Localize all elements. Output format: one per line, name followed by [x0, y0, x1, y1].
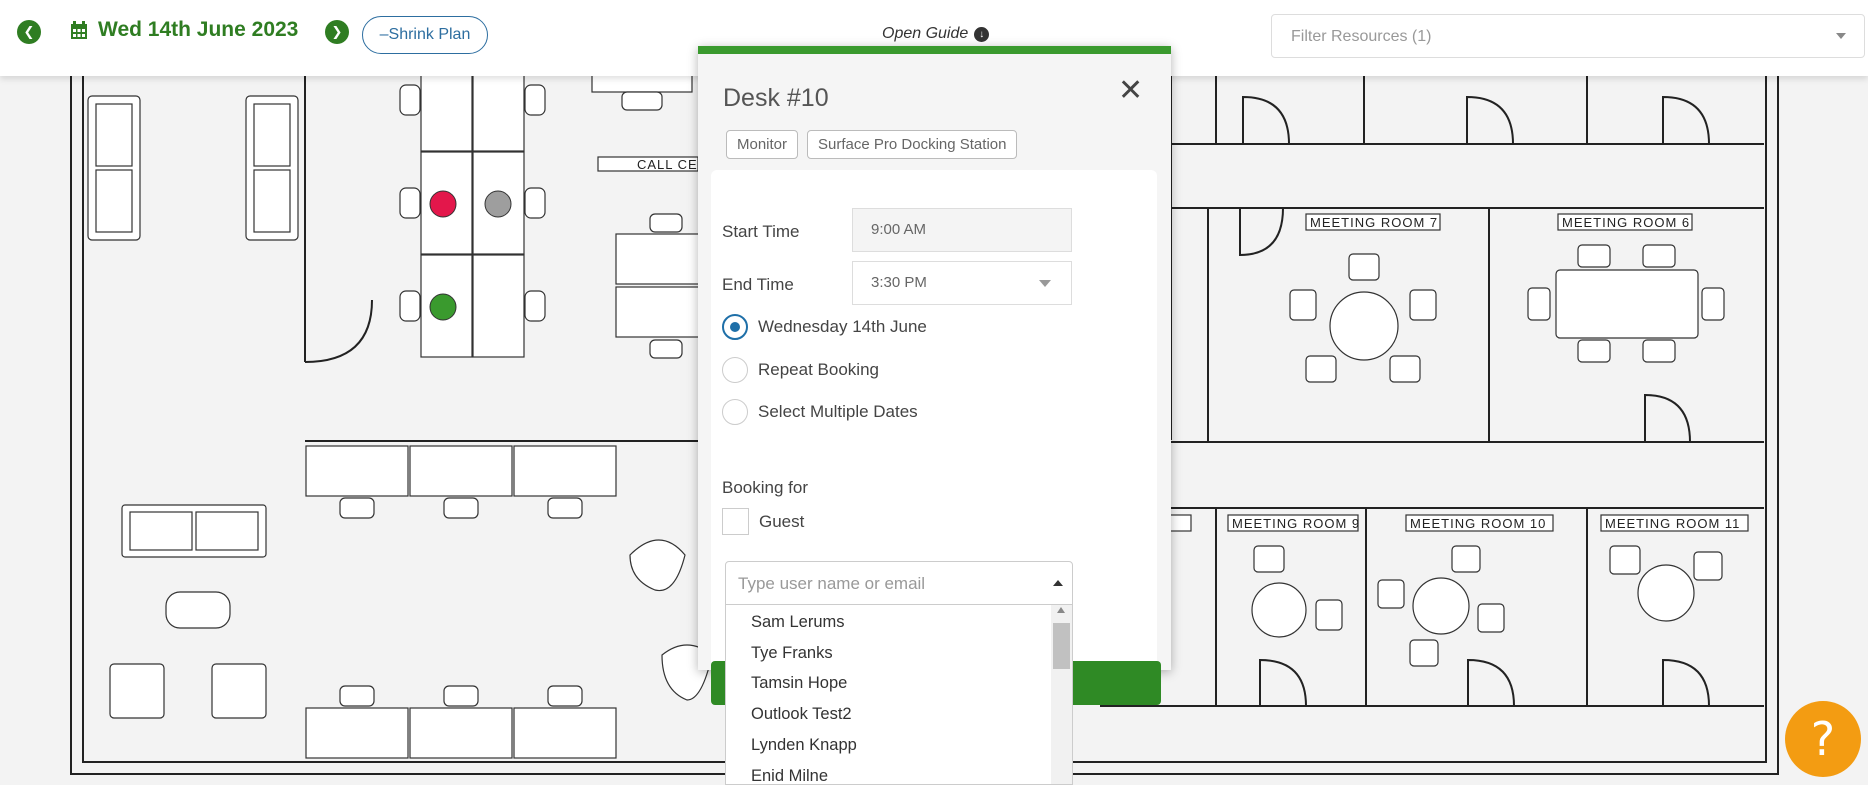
- previous-day-button[interactable]: ❮: [17, 20, 41, 44]
- list-item[interactable]: Tye Franks: [751, 644, 833, 663]
- list-item[interactable]: Lynden Knapp: [751, 736, 857, 755]
- calendar-icon: [71, 20, 87, 39]
- resource-tags: Monitor Surface Pro Docking Station: [726, 130, 1018, 159]
- open-guide-link[interactable]: Open Guide ↓: [882, 25, 990, 43]
- minus-icon: –: [379, 26, 389, 43]
- radio-unselected[interactable]: [722, 399, 748, 425]
- radio-selected[interactable]: [722, 314, 748, 340]
- end-time-label: End Time: [722, 275, 794, 294]
- option-multiple-dates-label: Select Multiple Dates: [758, 402, 918, 421]
- tag-docking-station: Surface Pro Docking Station: [807, 130, 1018, 159]
- guest-option[interactable]: Guest: [722, 508, 804, 535]
- current-date: Wed 14th June 2023: [98, 18, 299, 41]
- list-item[interactable]: Tamsin Hope: [751, 674, 847, 693]
- booking-for-label: Booking for: [722, 478, 808, 497]
- user-suggestion-list: Sam Lerums Tye Franks Tamsin Hope Outloo…: [725, 605, 1073, 785]
- help-button[interactable]: ?: [1785, 701, 1861, 777]
- close-icon[interactable]: ✕: [1118, 76, 1143, 106]
- desk-status-available[interactable]: [429, 293, 457, 321]
- filter-resources-label: Filter Resources (1): [1291, 28, 1432, 45]
- end-time-select[interactable]: 3:30 PM: [852, 261, 1072, 305]
- filter-resources-select[interactable]: Filter Resources (1): [1271, 14, 1865, 58]
- download-icon: ↓: [974, 26, 990, 42]
- desk-status-unavailable[interactable]: [484, 190, 512, 218]
- chevron-down-icon: [1039, 280, 1051, 287]
- scroll-up-icon[interactable]: [1057, 607, 1065, 613]
- list-scrollbar[interactable]: [1051, 605, 1072, 784]
- radio-unselected[interactable]: [722, 357, 748, 383]
- desk-status-booked[interactable]: [429, 190, 457, 218]
- call-centre-label: CALL CE: [637, 157, 698, 172]
- open-guide-label: Open Guide: [882, 25, 969, 42]
- chevron-up-icon[interactable]: [1053, 580, 1063, 586]
- list-item[interactable]: Sam Lerums: [751, 613, 845, 632]
- tag-monitor: Monitor: [726, 130, 799, 159]
- guest-label: Guest: [759, 511, 805, 531]
- option-single-date-label: Wednesday 14th June: [758, 317, 927, 336]
- sofa-left-2: [245, 95, 299, 241]
- shrink-plan-label: Shrink Plan: [388, 26, 471, 43]
- chevron-down-icon: [1836, 33, 1846, 39]
- desk-cluster: [399, 69, 546, 358]
- meeting-room-10-label: MEETING ROOM 10: [1410, 516, 1546, 531]
- start-time-field[interactable]: 9:00 AM: [852, 208, 1072, 252]
- sofa-left-1: [87, 95, 141, 241]
- user-search-input[interactable]: [736, 571, 1040, 597]
- meeting-room-6-label: MEETING ROOM 6: [1562, 215, 1690, 230]
- option-repeat-booking-label: Repeat Booking: [758, 360, 879, 379]
- start-time-label: Start Time: [722, 222, 800, 241]
- option-single-date[interactable]: Wednesday 14th June: [722, 314, 927, 340]
- shrink-plan-button[interactable]: –Shrink Plan: [362, 16, 488, 54]
- scroll-thumb[interactable]: [1053, 623, 1070, 669]
- modal-title: Desk #10: [723, 84, 829, 112]
- meeting-room-11-label: MEETING ROOM 11: [1605, 516, 1740, 531]
- user-search-field[interactable]: [725, 561, 1073, 605]
- date-display: Wed 14th June 2023: [70, 18, 298, 42]
- meeting-room-9-label: MEETING ROOM 9: [1232, 516, 1360, 531]
- list-item[interactable]: Enid Milne: [751, 767, 828, 784]
- list-item[interactable]: Outlook Test2: [751, 705, 852, 724]
- guest-checkbox[interactable]: [722, 508, 749, 535]
- option-multiple-dates[interactable]: Select Multiple Dates: [722, 399, 918, 425]
- meeting-room-7-label: MEETING ROOM 7: [1310, 215, 1438, 230]
- option-repeat-booking[interactable]: Repeat Booking: [722, 357, 879, 383]
- end-time-value: 3:30 PM: [871, 274, 927, 291]
- next-day-button[interactable]: ❯: [325, 20, 349, 44]
